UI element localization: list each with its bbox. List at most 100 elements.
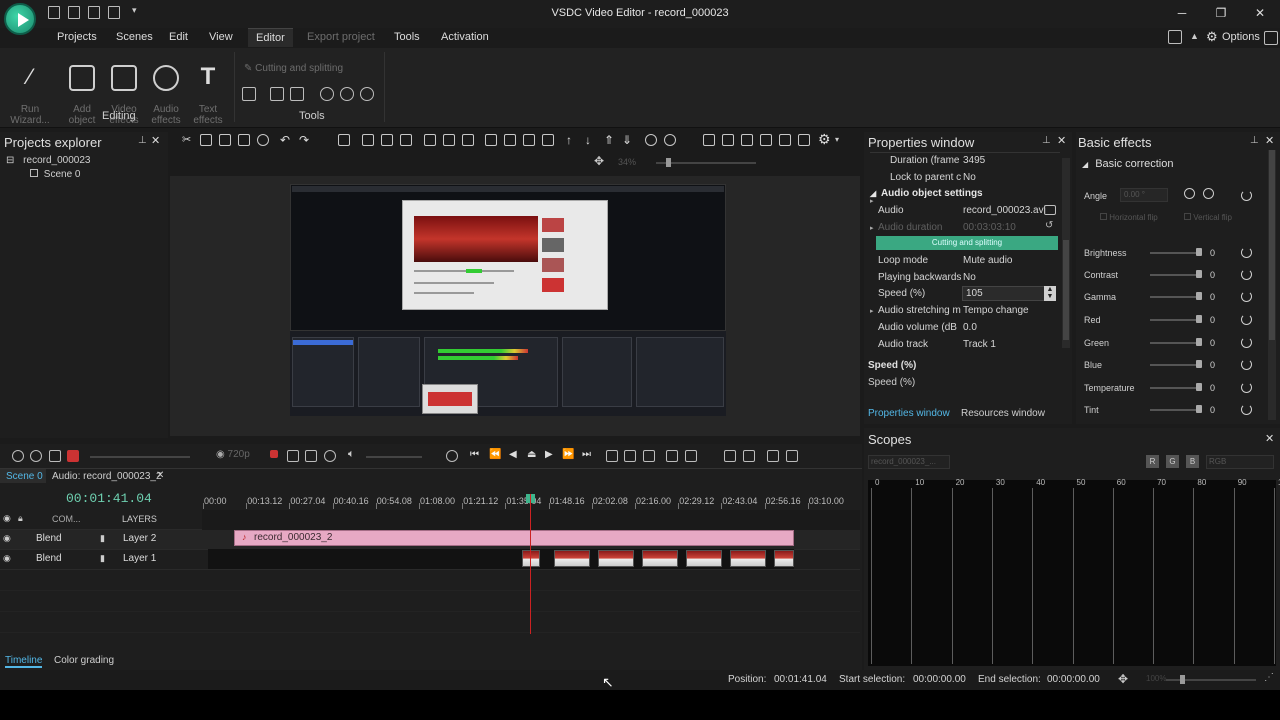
same-width-icon[interactable]: [523, 134, 535, 146]
marker-prev-icon[interactable]: [666, 450, 678, 462]
zoom-slider[interactable]: [656, 162, 756, 164]
menu-tools[interactable]: Tools: [394, 31, 420, 43]
layers-lock-icon[interactable]: 🔒︎: [18, 513, 23, 524]
record-marker-icon[interactable]: [67, 450, 79, 462]
cutting-splitting-prop-button[interactable]: Cutting and splitting: [876, 236, 1058, 250]
close-icon[interactable]: ✕: [1250, 6, 1270, 20]
angle-input[interactable]: 0.00 °: [1120, 188, 1168, 202]
menu-export-project[interactable]: Export project: [307, 31, 375, 43]
grid-icon[interactable]: [741, 134, 753, 146]
fast-forward-icon[interactable]: ⏩: [562, 449, 574, 460]
brightness-slider[interactable]: [1150, 252, 1202, 254]
prop-speed-value[interactable]: 105: [966, 288, 983, 299]
volume-slider[interactable]: [366, 456, 422, 458]
rotate-ccw-icon[interactable]: [1184, 188, 1195, 199]
layers-icon[interactable]: [767, 450, 779, 462]
refresh-icon[interactable]: [324, 450, 336, 462]
align-center-icon[interactable]: [381, 134, 393, 146]
brightness-knob[interactable]: [1196, 248, 1202, 256]
reset-gamma-icon[interactable]: [1241, 291, 1252, 302]
align-left-icon[interactable]: [362, 134, 374, 146]
zoom-slider-knob[interactable]: [666, 158, 671, 167]
distribute-h-icon[interactable]: [485, 134, 497, 146]
zoom-out-icon[interactable]: [30, 450, 42, 462]
bring-front-icon[interactable]: ⇑: [604, 133, 614, 147]
rewind-icon[interactable]: ⏪: [489, 449, 501, 460]
layer-1-name[interactable]: Layer 1: [123, 553, 156, 564]
temperature-knob[interactable]: [1196, 383, 1202, 391]
ungroup-icon[interactable]: [722, 134, 734, 146]
resize-grip-icon[interactable]: ⋰: [1264, 672, 1274, 683]
channel-b-button[interactable]: B: [1186, 455, 1199, 468]
go-start-icon[interactable]: ⏮: [470, 449, 479, 460]
split-tool-icon[interactable]: [270, 87, 284, 101]
green-slider[interactable]: [1150, 342, 1202, 344]
same-height-icon[interactable]: [542, 134, 554, 146]
blue-slider[interactable]: [1150, 364, 1202, 366]
tint-knob[interactable]: [1196, 405, 1202, 413]
align-tracks-icon[interactable]: [724, 450, 736, 462]
snapshot-icon[interactable]: [287, 450, 299, 462]
layer-1-visibility-icon[interactable]: ◉: [3, 553, 11, 564]
align-top-icon[interactable]: [424, 134, 436, 146]
cut-icon[interactable]: ✂: [182, 133, 191, 146]
copy-icon[interactable]: [200, 134, 212, 146]
reset-duration-icon[interactable]: ↺: [1045, 220, 1053, 231]
fit-timeline-icon[interactable]: [49, 450, 61, 462]
close-panel-icon[interactable]: ✕: [1265, 432, 1274, 445]
close-panel-icon[interactable]: ✕: [151, 134, 160, 147]
prop-volume-value[interactable]: 0.0: [963, 322, 977, 333]
crop-tool-icon[interactable]: [242, 87, 256, 101]
gear-icon[interactable]: ⚙: [1206, 29, 1218, 45]
layer-2-visibility-icon[interactable]: ◉: [3, 533, 11, 544]
blue-knob[interactable]: [1196, 360, 1202, 368]
layer-2-blend[interactable]: Blend: [36, 533, 62, 544]
scene-tab[interactable]: Scene 0: [0, 469, 46, 483]
go-end-icon[interactable]: ⏭: [582, 449, 591, 460]
tab-resources-window[interactable]: Resources window: [961, 408, 1045, 419]
marker-next-icon[interactable]: [685, 450, 697, 462]
prop-audio-value[interactable]: record_000023.avi: [963, 205, 1046, 216]
menu-projects[interactable]: Projects: [57, 31, 97, 43]
expand-arrow-icon[interactable]: ▸: [870, 197, 874, 205]
split-view-2-icon[interactable]: [624, 450, 636, 462]
volume-icon[interactable]: 🔈︎: [348, 448, 355, 461]
rotate-left-icon[interactable]: [320, 87, 334, 101]
close-panel-icon[interactable]: ✕: [1057, 134, 1066, 147]
add-object-button[interactable]: Add object: [60, 54, 104, 126]
vertical-flip-checkbox[interactable]: Vertical flip: [1184, 213, 1232, 222]
move-down-icon[interactable]: ↓: [585, 133, 591, 147]
prop-backwards-value[interactable]: No: [963, 272, 976, 283]
settings-gear-icon[interactable]: ⚙: [818, 131, 831, 148]
minimize-icon[interactable]: ─: [1172, 6, 1192, 20]
menu-editor[interactable]: Editor: [248, 28, 293, 47]
text-effects-button[interactable]: T Text effects: [186, 54, 230, 127]
reset-green-icon[interactable]: [1241, 337, 1252, 348]
audio-effects-button[interactable]: Audio effects: [144, 54, 188, 126]
tree-root[interactable]: ⊟ record_000023: [6, 155, 90, 166]
shape-icon[interactable]: [645, 134, 657, 146]
shape-dropdown-icon[interactable]: [664, 134, 676, 146]
reset-temperature-icon[interactable]: [1241, 382, 1252, 393]
preview-quality[interactable]: ◉ 720p: [216, 449, 250, 460]
rotate-right-icon[interactable]: [340, 87, 354, 101]
timeline-settings-icon[interactable]: [786, 450, 798, 462]
tree-scene[interactable]: Scene 0: [30, 169, 80, 180]
restore-icon[interactable]: ❐: [1211, 6, 1231, 20]
play-icon[interactable]: ▶: [545, 449, 553, 460]
reset-brightness-icon[interactable]: [1241, 247, 1252, 258]
object-tab[interactable]: Audio: record_000023_2: [52, 471, 162, 482]
prop-stretching-value[interactable]: Tempo change: [963, 305, 1029, 316]
step-back-icon[interactable]: ◀: [509, 449, 517, 460]
gamma-knob[interactable]: [1196, 292, 1202, 300]
close-tab-icon[interactable]: ✕: [156, 470, 164, 481]
speed-icon[interactable]: [360, 87, 374, 101]
menu-view[interactable]: View: [209, 31, 233, 43]
layer-2-mute-icon[interactable]: ▮: [100, 533, 105, 544]
undo-icon[interactable]: ↶: [280, 133, 290, 147]
prop-track-value[interactable]: Track 1: [963, 339, 996, 350]
tab-timeline[interactable]: Timeline: [5, 655, 43, 668]
basic-correction-header[interactable]: ◢ Basic correction: [1082, 158, 1173, 170]
tab-color-grading[interactable]: Color grading: [54, 655, 114, 666]
collapse-ribbon-icon[interactable]: ▲: [1190, 31, 1199, 41]
